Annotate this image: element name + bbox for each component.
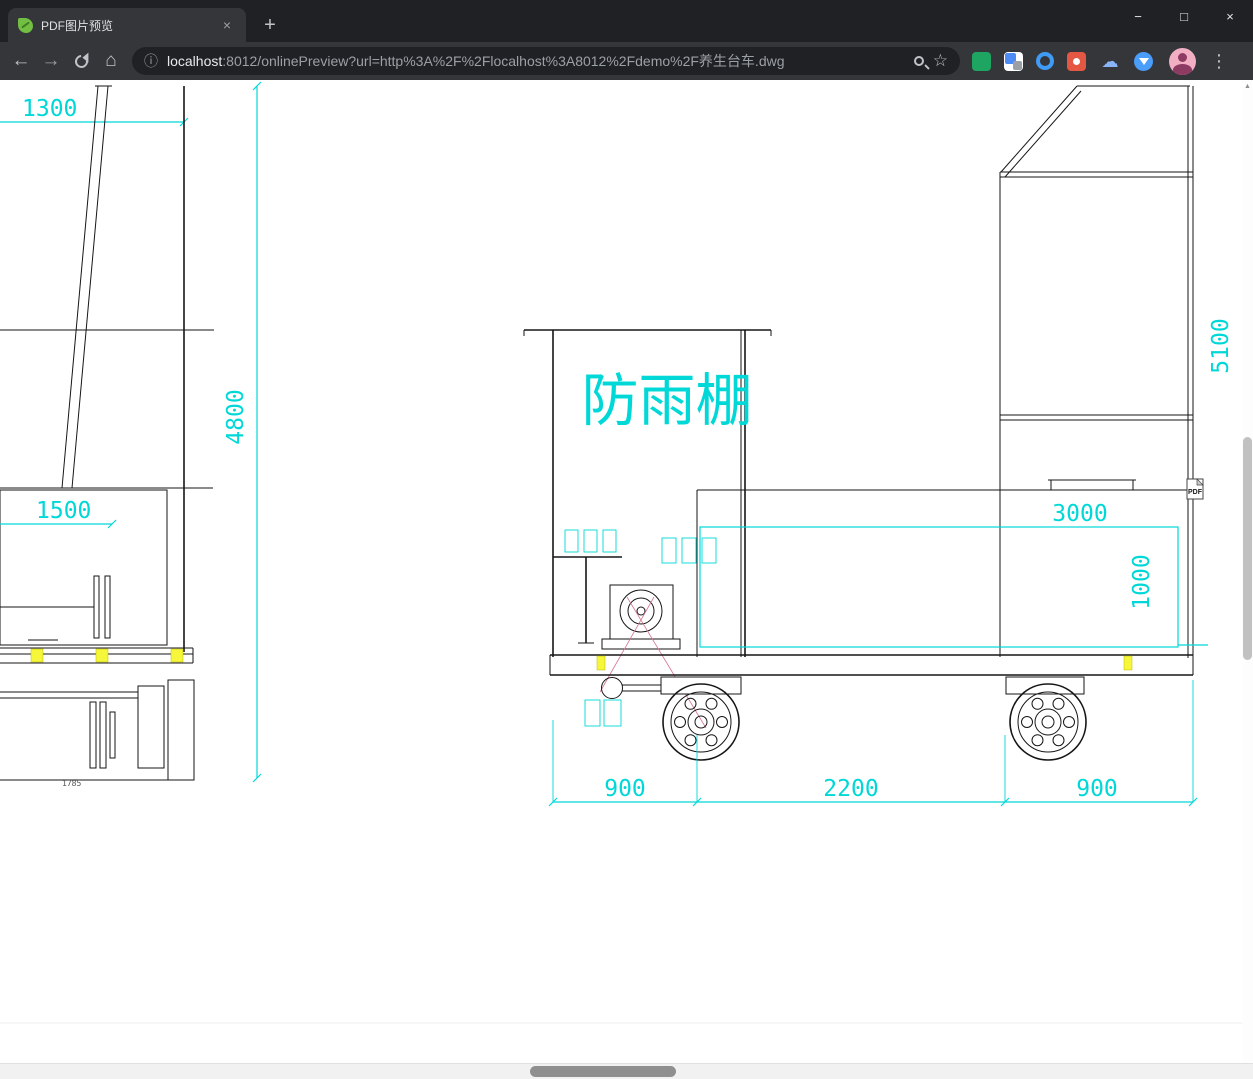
wheel [662,683,740,761]
wheel [1009,683,1087,761]
highlight-mark [170,648,184,663]
zoom-icon[interactable] [913,56,930,70]
undercarriage: 900 2200 900 [548,654,1198,807]
dwg-preview-page: 1300 4800 1500 1785 防雨棚 5100 3000 1000 9… [0,80,1253,1079]
shelter-label: 防雨棚 [582,369,753,433]
extension-icon-green[interactable] [972,51,991,71]
home-icon[interactable]: ⌂ [96,46,126,76]
horizontal-scrollbar[interactable] [0,1063,1253,1079]
tab-title: PDF图片预览 [41,18,114,33]
address-bar[interactable]: ⓘ localhost:8012/onlinePreview?url=http%… [132,47,960,75]
forward-icon[interactable]: → [36,46,66,76]
browser-menu-icon[interactable]: ⋮ [1208,51,1230,72]
dim-label-1300: 1300 [22,96,77,122]
cad-drawing-canvas: 1300 4800 1500 1785 防雨棚 5100 3000 1000 9… [0,81,1253,1024]
tab-pdf-preview[interactable]: PDF图片预览 × [8,8,246,42]
highlight-mark [30,648,44,663]
highlight-mark [95,648,109,663]
horizontal-scroll-thumb[interactable] [530,1066,676,1077]
dim-label-1000: 1000 [1129,554,1155,609]
spring-leaf-favicon [18,17,33,33]
dim-label-1500: 1500 [36,498,91,524]
left-side-view: 1300 4800 1500 1785 [0,81,262,788]
dim-label-1785: 1785 [62,779,81,788]
vertical-scroll-thumb[interactable] [1243,437,1252,660]
dim-label-5100: 5100 [1208,318,1234,373]
page-info-icon[interactable]: ⓘ [144,51,158,71]
minimize-button[interactable]: − [1115,0,1161,32]
dim-label-3000: 3000 [1052,501,1107,527]
url-host: localhost [167,53,223,69]
highlight-mark [596,655,606,671]
extension-icon-blue-ring[interactable] [1036,52,1054,70]
right-frame-view: 5100 3000 1000 [696,85,1234,658]
dim-label-900-left: 900 [604,776,646,802]
extension-icon-red[interactable] [1067,51,1086,71]
vertical-scrollbar[interactable]: ▲ [1242,80,1253,1063]
new-tab-button[interactable]: + [256,11,284,39]
maximize-button[interactable]: □ [1161,0,1207,32]
navigation-bar: ← → ⌂ ⓘ localhost:8012/onlinePreview?url… [0,42,1253,80]
tab-close-icon[interactable]: × [218,16,236,34]
cloud-extension-icon[interactable]: ☁ [1099,52,1121,71]
profile-avatar[interactable] [1169,47,1196,75]
dim-label-900-right: 900 [1076,776,1118,802]
extension-icon-blue[interactable] [1134,51,1153,71]
highlight-mark [1123,655,1133,671]
reload-icon[interactable] [66,46,96,76]
pdf-file-icon[interactable]: PDF [1186,478,1204,500]
back-icon[interactable]: ← [6,46,36,76]
dim-label-2200: 2200 [823,776,878,802]
window-controls: − □ × [1115,0,1253,32]
scroll-up-icon[interactable]: ▲ [1243,83,1252,90]
rain-shelter-view: 防雨棚 [523,329,772,729]
dim-label-4800: 4800 [223,389,249,444]
url-text[interactable]: localhost:8012/onlinePreview?url=http%3A… [167,51,905,71]
translate-extension-icon[interactable] [1004,51,1023,71]
tab-strip: PDF图片预览 × + − □ × [0,0,1253,42]
close-button[interactable]: × [1207,0,1253,32]
extensions-area: ☁ [972,51,1153,71]
bookmark-star-icon[interactable]: ☆ [933,51,948,71]
url-path: :8012/onlinePreview?url=http%3A%2F%2Floc… [222,53,785,69]
pdf-badge-label: PDF [1188,489,1203,496]
